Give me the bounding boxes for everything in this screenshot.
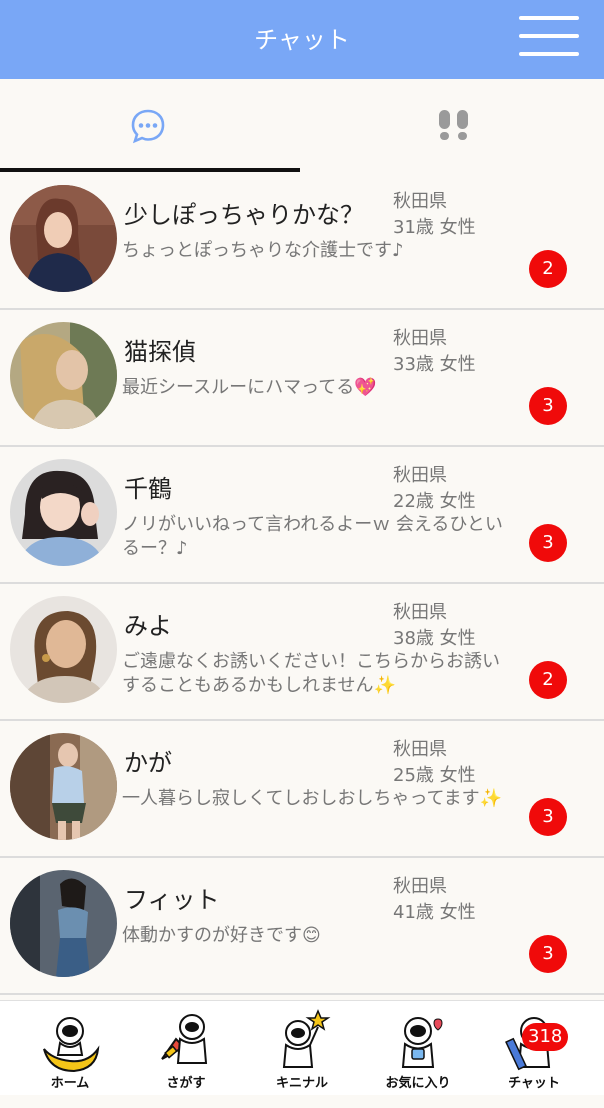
astronaut-heart-icon: [401, 1017, 443, 1068]
last-message: ご遠慮なくお誘いください！こちらからお誘いすることもあるかもしれません✨: [122, 651, 500, 696]
chat-row[interactable]: 千鶴 秋田県 22歳 女性 ノリがいいねって言われるよーｗ 会えるひといるー？♪…: [0, 447, 604, 584]
user-name: 猫探偵: [124, 338, 196, 366]
last-message: 最近シースルーにハマってる💖: [122, 377, 377, 398]
user-age-gender: 33歳 女性: [393, 354, 476, 375]
nav-home[interactable]: ホーム: [10, 1001, 130, 1096]
astronaut-rocket-icon: [161, 1014, 208, 1064]
user-prefecture: 秋田県: [393, 191, 447, 212]
chat-row[interactable]: フィット 秋田県 41歳 女性 体動かすのが好きです😊 3: [0, 858, 604, 995]
app-header: チャット: [0, 0, 604, 79]
unread-badge: 3: [529, 387, 567, 425]
user-name: 少しぽっちゃりかな？: [124, 201, 364, 229]
chat-bubble-icon: [131, 109, 165, 144]
bottom-navigation: ホーム さがす キニナル お気に入り 318 チャット: [0, 1000, 604, 1095]
avatar[interactable]: [10, 322, 117, 429]
tab-footprints[interactable]: [302, 79, 604, 173]
chat-row[interactable]: 少しぽっちゃりかな？ 秋田県 31歳 女性 ちょっとぽっちゃりな介護士です♪ 2: [0, 173, 604, 310]
tab-bar: [0, 79, 604, 173]
page-title: チャット: [254, 26, 350, 54]
nav-label: お気に入り: [385, 1076, 451, 1091]
last-message: ちょっとぽっちゃりな介護士です♪: [122, 240, 404, 261]
tab-chat[interactable]: [0, 79, 302, 173]
chat-unread-badge: 318: [522, 1023, 569, 1051]
chat-row[interactable]: 猫探偵 秋田県 33歳 女性 最近シースルーにハマってる💖 3: [0, 310, 604, 447]
user-prefecture: 秋田県: [393, 602, 447, 623]
nav-label: チャット: [508, 1076, 560, 1091]
nav-search[interactable]: さがす: [126, 1001, 246, 1096]
avatar[interactable]: [10, 459, 117, 566]
user-name: かが: [124, 749, 172, 777]
unread-badge: 3: [529, 935, 567, 973]
active-tab-indicator: [0, 168, 300, 172]
user-prefecture: 秋田県: [393, 328, 447, 349]
nav-chat[interactable]: 318 チャット: [474, 1001, 594, 1096]
nav-interested[interactable]: キニナル: [242, 1001, 362, 1096]
user-name: みよ: [124, 612, 172, 640]
user-age-gender: 38歳 女性: [393, 628, 476, 649]
nav-label: ホーム: [50, 1076, 90, 1091]
avatar[interactable]: [10, 185, 117, 292]
user-prefecture: 秋田県: [393, 876, 447, 897]
last-message: ノリがいいねって言われるよーｗ 会えるひといるー？♪: [122, 514, 503, 559]
avatar[interactable]: [10, 733, 117, 840]
unread-badge: 3: [529, 798, 567, 836]
unread-badge: 3: [529, 524, 567, 562]
last-message: 一人暮らし寂しくてしおしおしちゃってます✨: [122, 788, 503, 809]
user-age-gender: 31歳 女性: [393, 217, 476, 238]
user-name: 千鶴: [124, 475, 172, 503]
user-name: フィット: [124, 886, 220, 914]
user-age-gender: 41歳 女性: [393, 902, 476, 923]
chat-row[interactable]: みよ 秋田県 38歳 女性 ご遠慮なくお誘いください！こちらからお誘いすることも…: [0, 584, 604, 721]
nav-label: キニナル: [275, 1076, 328, 1091]
unread-badge: 2: [529, 250, 567, 288]
astronaut-moon-icon: [43, 1017, 100, 1073]
hamburger-menu-icon[interactable]: [519, 14, 579, 58]
user-prefecture: 秋田県: [393, 465, 447, 486]
user-age-gender: 22歳 女性: [393, 491, 476, 512]
user-prefecture: 秋田県: [393, 739, 447, 760]
astronaut-star-icon: [282, 1009, 331, 1068]
chat-row[interactable]: かが 秋田県 25歳 女性 一人暮らし寂しくてしおしおしちゃってます✨ 3: [0, 721, 604, 858]
last-message: 体動かすのが好きです😊: [122, 925, 321, 946]
user-age-gender: 25歳 女性: [393, 765, 476, 786]
footprints-icon: [439, 110, 468, 140]
nav-label: さがす: [166, 1076, 206, 1091]
unread-badge: 2: [529, 661, 567, 699]
avatar[interactable]: [10, 870, 117, 977]
nav-favorites[interactable]: お気に入り: [358, 1001, 478, 1096]
bottom-spacer: [0, 1095, 604, 1108]
avatar[interactable]: [10, 596, 117, 703]
